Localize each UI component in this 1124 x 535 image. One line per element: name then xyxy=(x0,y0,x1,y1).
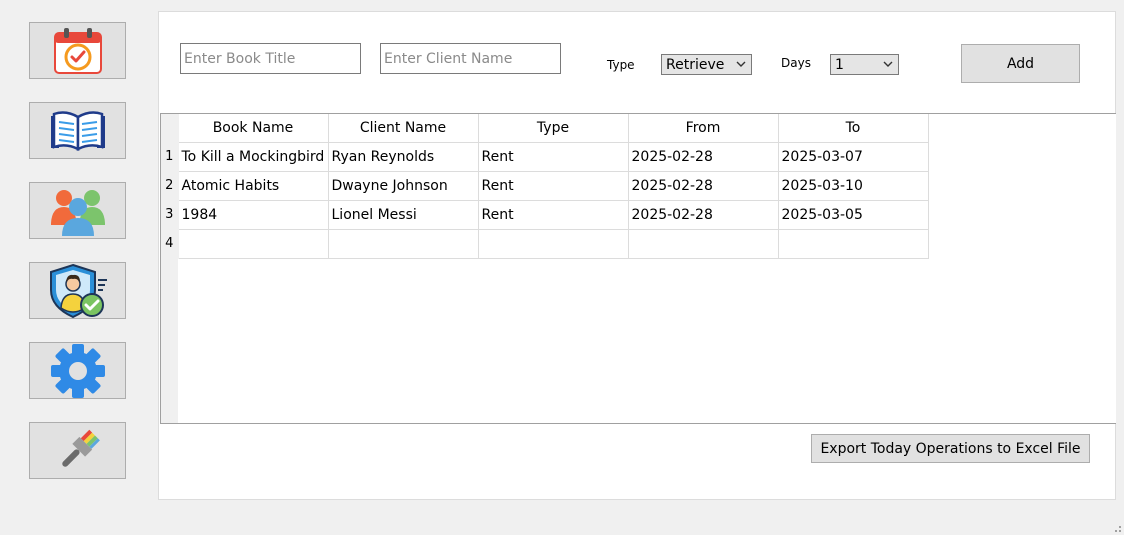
table-row[interactable]: 3 1984 Lionel Messi Rent 2025-02-28 2025… xyxy=(161,199,929,230)
row-number: 1 xyxy=(161,141,179,172)
table-header-row: Book Name Client Name Type From To xyxy=(161,114,929,143)
column-header-book-name[interactable]: Book Name xyxy=(177,114,329,143)
cell-to[interactable]: 2025-03-05 xyxy=(777,199,929,230)
sidebar-button-theme[interactable] xyxy=(29,422,126,479)
cell-from[interactable] xyxy=(627,228,779,259)
chevron-down-icon xyxy=(736,61,746,67)
table-row[interactable]: 2 Atomic Habits Dwayne Johnson Rent 2025… xyxy=(161,170,929,201)
row-number: 4 xyxy=(161,228,179,259)
resize-grip-icon[interactable] xyxy=(1113,524,1121,532)
cell-type[interactable]: Rent xyxy=(477,141,629,172)
export-excel-button[interactable]: Export Today Operations to Excel File xyxy=(811,434,1090,463)
cell-from[interactable]: 2025-02-28 xyxy=(627,199,779,230)
sidebar-button-operations[interactable] xyxy=(29,22,126,79)
users-icon xyxy=(50,189,105,236)
cell-type[interactable] xyxy=(477,228,629,259)
gear-icon xyxy=(50,343,105,398)
row-number: 3 xyxy=(161,199,179,230)
cell-client-name[interactable]: Dwayne Johnson xyxy=(327,170,479,201)
paint-brush-icon xyxy=(61,429,100,467)
cell-type[interactable]: Rent xyxy=(477,170,629,201)
sidebar xyxy=(0,0,155,535)
type-select-value: Retrieve xyxy=(666,56,725,73)
column-header-client-name[interactable]: Client Name xyxy=(327,114,479,143)
cell-to[interactable]: 2025-03-10 xyxy=(777,170,929,201)
book-title-input[interactable] xyxy=(180,43,361,74)
table-row-new[interactable]: 4 xyxy=(161,228,929,259)
days-select-value: 1 xyxy=(835,56,844,73)
cell-type[interactable]: Rent xyxy=(477,199,629,230)
sidebar-button-admins[interactable] xyxy=(29,262,126,319)
cell-book-name[interactable]: To Kill a Mockingbird xyxy=(177,141,329,172)
cell-to[interactable] xyxy=(777,228,929,259)
operations-panel: Type Retrieve Days 1 Add Book Name Clien… xyxy=(158,11,1116,500)
corner-header-cell xyxy=(161,114,179,143)
cell-book-name[interactable]: Atomic Habits xyxy=(177,170,329,201)
cell-from[interactable]: 2025-02-28 xyxy=(627,170,779,201)
open-book-icon xyxy=(50,110,105,151)
column-header-from[interactable]: From xyxy=(627,114,779,143)
sidebar-button-settings[interactable] xyxy=(29,342,126,399)
table-row[interactable]: 1 To Kill a Mockingbird Ryan Reynolds Re… xyxy=(161,141,929,172)
calendar-check-icon xyxy=(53,27,102,74)
type-label: Type xyxy=(607,58,635,72)
column-header-type[interactable]: Type xyxy=(477,114,629,143)
cell-client-name[interactable]: Ryan Reynolds xyxy=(327,141,479,172)
cell-from[interactable]: 2025-02-28 xyxy=(627,141,779,172)
cell-book-name[interactable]: 1984 xyxy=(177,199,329,230)
cell-client-name[interactable] xyxy=(327,228,479,259)
cell-book-name[interactable] xyxy=(177,228,329,259)
days-select[interactable]: 1 xyxy=(830,54,899,75)
row-number: 2 xyxy=(161,170,179,201)
add-button[interactable]: Add xyxy=(961,44,1080,83)
chevron-down-icon xyxy=(883,61,893,67)
days-label: Days xyxy=(781,56,811,70)
column-header-to[interactable]: To xyxy=(777,114,929,143)
user-shield-icon xyxy=(49,263,107,318)
sidebar-button-books[interactable] xyxy=(29,102,126,159)
cell-client-name[interactable]: Lionel Messi xyxy=(327,199,479,230)
client-name-input[interactable] xyxy=(380,43,561,74)
operations-table[interactable]: Book Name Client Name Type From To 1 To … xyxy=(160,113,1116,424)
cell-to[interactable]: 2025-03-07 xyxy=(777,141,929,172)
type-select[interactable]: Retrieve xyxy=(661,54,752,75)
sidebar-button-clients[interactable] xyxy=(29,182,126,239)
